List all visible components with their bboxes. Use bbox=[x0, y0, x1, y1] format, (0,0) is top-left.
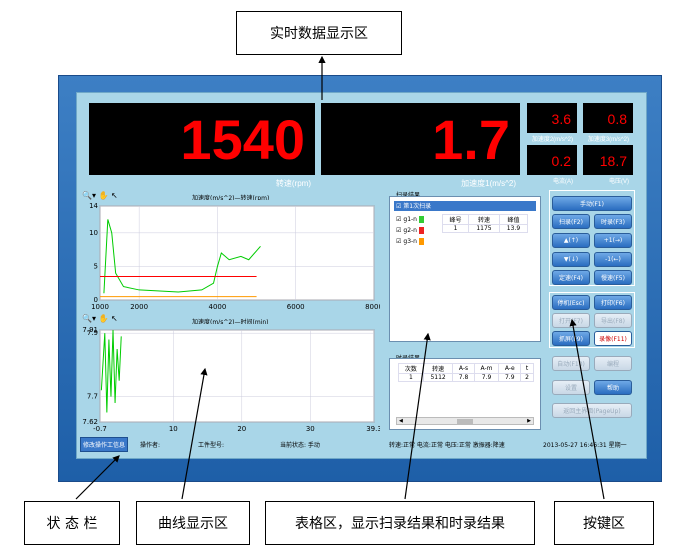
callout-arrows bbox=[75, 55, 605, 500]
